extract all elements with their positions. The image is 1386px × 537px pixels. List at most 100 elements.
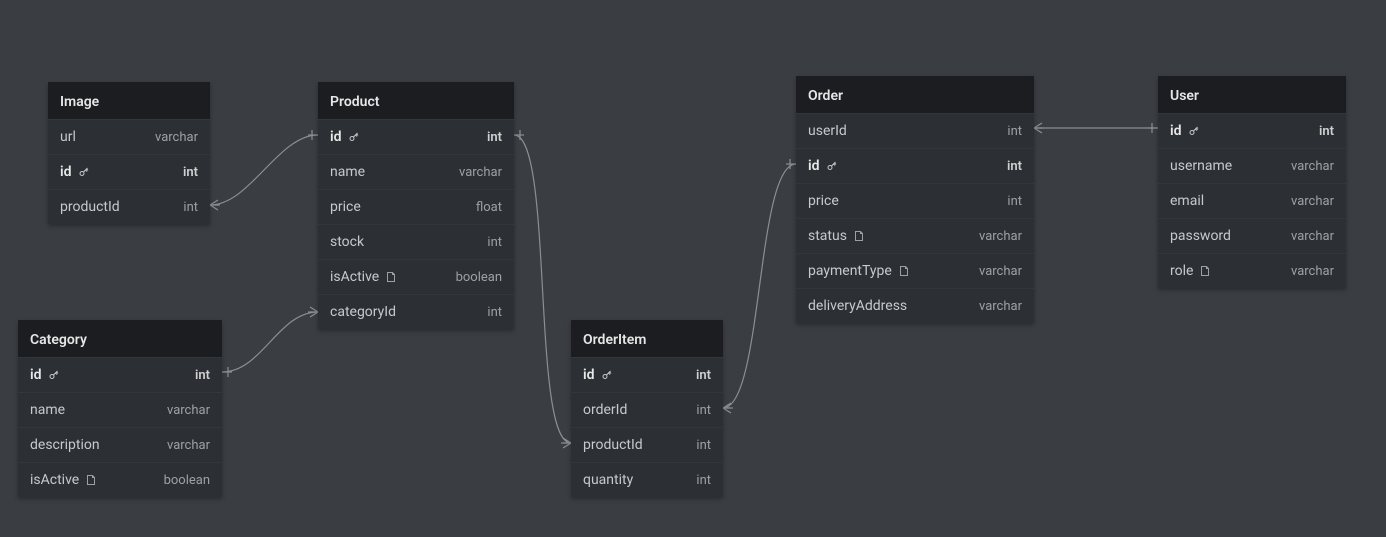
key-icon <box>826 160 838 172</box>
table-name: OrderItem <box>583 332 646 348</box>
field-row[interactable]: id int <box>48 154 210 189</box>
table-header[interactable]: User <box>1158 76 1346 113</box>
table-header[interactable]: OrderItem <box>571 320 723 357</box>
field-type: float <box>476 200 502 215</box>
field-name: role <box>1170 263 1193 279</box>
field-row[interactable]: idint <box>1158 113 1346 148</box>
field-left: stock <box>330 234 364 250</box>
field-row[interactable]: productIdint <box>48 189 210 224</box>
field-type: int <box>183 165 198 180</box>
field-row[interactable]: userIdint <box>796 113 1034 148</box>
field-name: id <box>60 164 72 180</box>
field-row[interactable]: productIdint <box>571 427 723 462</box>
field-type: boolean <box>456 270 502 285</box>
field-type: varchar <box>979 264 1022 279</box>
key-icon <box>1188 125 1200 137</box>
field-left: quantity <box>583 472 633 488</box>
field-row[interactable]: id int <box>318 119 514 154</box>
field-row[interactable]: stock int <box>318 224 514 259</box>
field-left: username <box>1170 158 1232 174</box>
field-name: isActive <box>30 472 79 488</box>
table-product[interactable]: Product id int namevarchar price float stock in… <box>318 82 514 329</box>
field-row[interactable]: id int <box>571 357 723 392</box>
field-name: url <box>60 129 76 145</box>
note-icon <box>853 230 865 242</box>
field-left: deliveryAddress <box>808 298 907 314</box>
field-type: int <box>195 368 210 383</box>
table-header[interactable]: Category <box>18 320 222 357</box>
field-left: id <box>60 164 90 180</box>
field-type: int <box>487 130 502 145</box>
field-name: name <box>30 402 65 418</box>
field-left: id <box>1170 123 1200 139</box>
field-row[interactable]: id int <box>18 357 222 392</box>
field-left: orderId <box>583 402 627 418</box>
field-name: paymentType <box>808 263 892 279</box>
field-name: description <box>30 437 100 453</box>
field-type: int <box>487 235 502 250</box>
field-type: varchar <box>1291 159 1334 174</box>
field-type: varchar <box>167 438 210 453</box>
field-left: id <box>808 158 838 174</box>
erd-canvas[interactable]: ImageurlvarcharidintproductIdintProducti… <box>0 0 1386 537</box>
key-icon <box>348 131 360 143</box>
field-row[interactable]: price int <box>796 183 1034 218</box>
field-row[interactable]: id int <box>796 148 1034 183</box>
field-row[interactable]: emailvarchar <box>1158 183 1346 218</box>
field-left: id <box>30 367 60 383</box>
field-row[interactable]: isActive boolean <box>18 462 222 497</box>
table-order[interactable]: OrderuserIdintidintpriceintstatusvarchar… <box>796 76 1034 323</box>
field-type: boolean <box>164 473 210 488</box>
table-header[interactable]: Image <box>48 82 210 119</box>
table-orderitem[interactable]: OrderItemidintorderIdintproductIdintquan… <box>571 320 723 497</box>
field-row[interactable]: namevarchar <box>18 392 222 427</box>
field-name: isActive <box>330 269 379 285</box>
field-row[interactable]: statusvarchar <box>796 218 1034 253</box>
key-icon <box>78 166 90 178</box>
field-name: status <box>808 228 847 244</box>
field-name: productId <box>60 199 120 215</box>
field-row[interactable]: isActive boolean <box>318 259 514 294</box>
field-left: price <box>808 193 839 209</box>
table-category[interactable]: Category id int namevarchar description varch… <box>18 320 222 497</box>
field-name: id <box>583 367 595 383</box>
field-left: productId <box>583 437 643 453</box>
field-row[interactable]: role varchar <box>1158 253 1346 288</box>
field-name: deliveryAddress <box>808 298 907 314</box>
field-type: int <box>696 368 711 383</box>
field-name: id <box>330 129 342 145</box>
field-type: varchar <box>1291 264 1334 279</box>
field-type: int <box>487 305 502 320</box>
field-type: varchar <box>979 299 1022 314</box>
field-row[interactable]: url varchar <box>48 119 210 154</box>
field-type: varchar <box>1291 194 1334 209</box>
field-row[interactable]: namevarchar <box>318 154 514 189</box>
field-row[interactable]: description varchar <box>18 427 222 462</box>
field-row[interactable]: passwordvarchar <box>1158 218 1346 253</box>
field-row[interactable]: username varchar <box>1158 148 1346 183</box>
note-icon <box>385 271 397 283</box>
table-header[interactable]: Product <box>318 82 514 119</box>
field-row[interactable]: orderIdint <box>571 392 723 427</box>
field-type: int <box>1007 194 1022 209</box>
field-row[interactable]: quantityint <box>571 462 723 497</box>
field-row[interactable]: categoryId int <box>318 294 514 329</box>
table-name: User <box>1170 88 1199 104</box>
field-type: int <box>1007 159 1022 174</box>
field-type: int <box>1007 124 1022 139</box>
field-left: productId <box>60 199 120 215</box>
field-row[interactable]: price float <box>318 189 514 224</box>
field-row[interactable]: deliveryAddress varchar <box>796 288 1034 323</box>
field-name: orderId <box>583 402 627 418</box>
field-left: role <box>1170 263 1211 279</box>
field-left: id <box>330 129 360 145</box>
table-image[interactable]: Image url varchar id int productIdint <box>48 82 210 224</box>
field-name: username <box>1170 158 1232 174</box>
field-row[interactable]: paymentType varchar <box>796 253 1034 288</box>
table-user[interactable]: Useridintusernamevarcharemailvarcharpass… <box>1158 76 1346 288</box>
table-header[interactable]: Order <box>796 76 1034 113</box>
field-type: varchar <box>155 130 198 145</box>
note-icon <box>1199 265 1211 277</box>
field-left: price <box>330 199 361 215</box>
field-left: categoryId <box>330 304 396 320</box>
